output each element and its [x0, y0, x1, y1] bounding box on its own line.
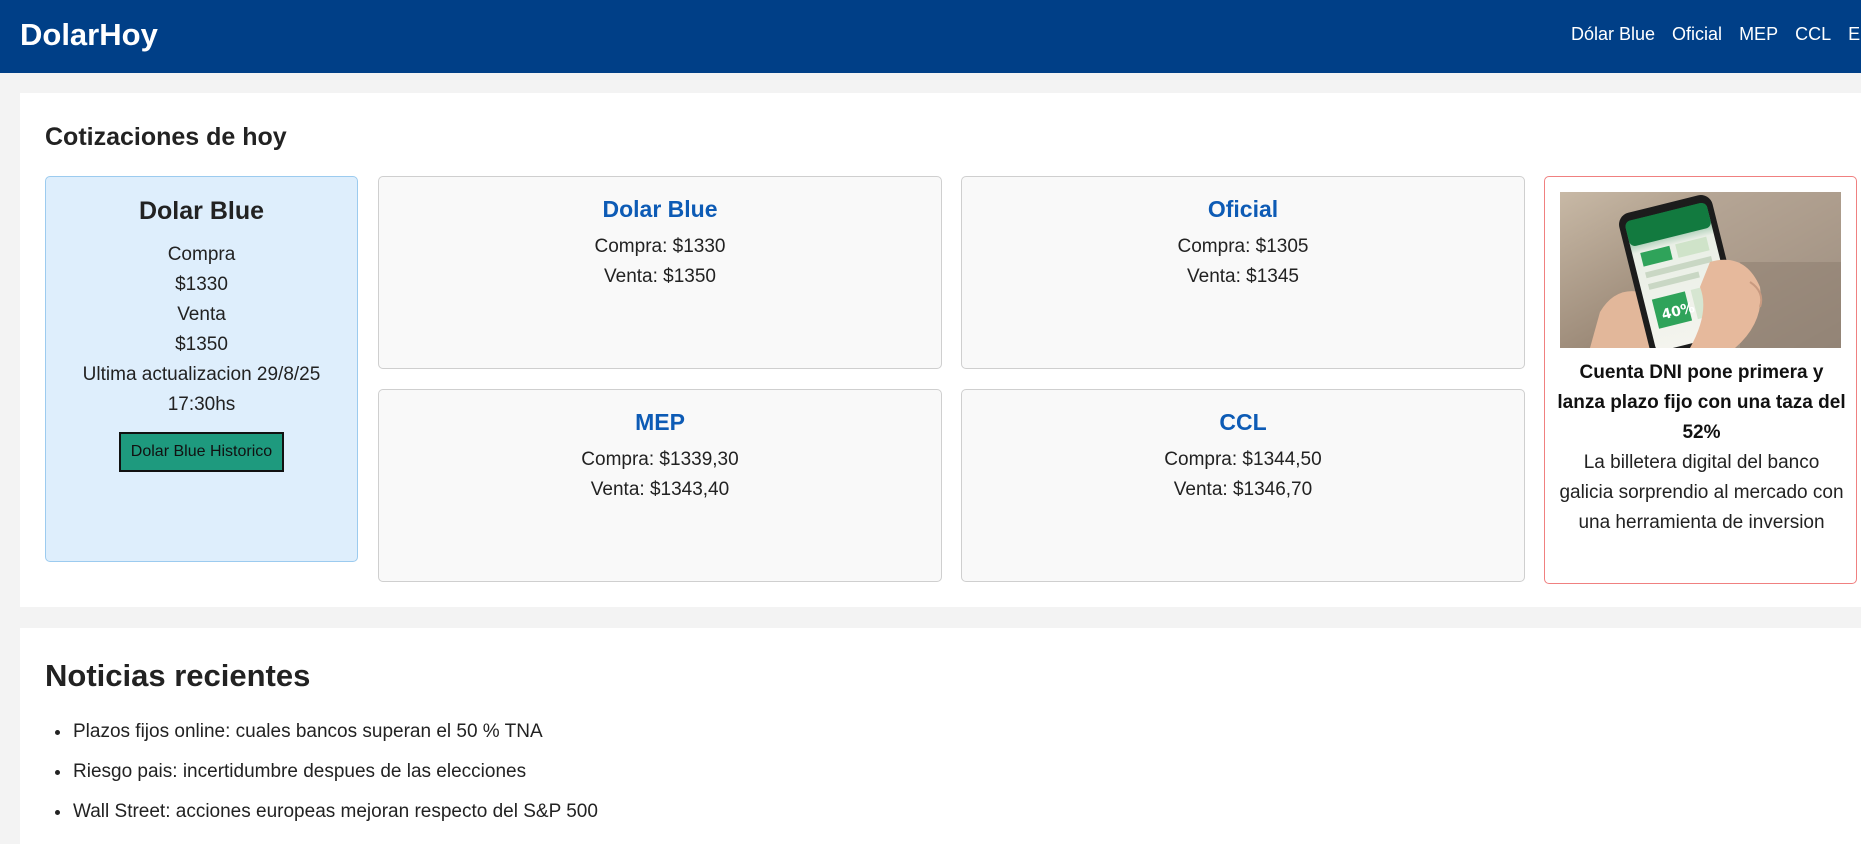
news-title: Noticias recientes — [45, 658, 311, 693]
promo-phone-image: 40% — [1560, 192, 1841, 348]
rate-card-title: Dolar Blue — [602, 196, 718, 222]
rate-card-mep: MEP Compra: $1339,30 Venta: $1343,40 — [378, 389, 942, 582]
nav-link-oficial[interactable]: Oficial — [1672, 24, 1722, 45]
last-updated-date: Ultima actualizacion 29/8/25 — [82, 364, 321, 385]
rate-card-title: Oficial — [1207, 196, 1279, 222]
featured-venta-value: $1350 — [175, 334, 228, 355]
last-updated-time: 17:30hs — [167, 394, 236, 415]
rate-card-oficial: Oficial Compra: $1305 Venta: $1345 — [961, 176, 1525, 369]
nav-link-mep[interactable]: MEP — [1739, 24, 1778, 45]
news-section: Noticias recientes Plazos fijos online: … — [20, 628, 1861, 844]
rate-card-venta: Venta: $1343,40 — [590, 479, 730, 500]
site-logo[interactable]: DolarHoy — [20, 17, 158, 53]
rate-card-venta: Venta: $1345 — [1187, 266, 1299, 287]
featured-compra-value: $1330 — [175, 274, 228, 295]
news-list: Plazos fijos online: cuales bancos super… — [72, 712, 598, 832]
rate-card-compra: Compra: $1305 — [1177, 236, 1309, 257]
featured-title: Dolar Blue — [138, 197, 265, 225]
rate-card-dolar-blue: Dolar Blue Compra: $1330 Venta: $1350 — [378, 176, 942, 369]
rate-card-ccl: CCL Compra: $1344,50 Venta: $1346,70 — [961, 389, 1525, 582]
rate-card-title: CCL — [1219, 409, 1267, 435]
top-navbar: DolarHoy Dólar Blue Oficial MEP CCL Eu — [0, 0, 1861, 73]
rate-card-venta: Venta: $1350 — [604, 266, 716, 287]
rate-card-compra: Compra: $1339,30 — [581, 449, 739, 470]
nav-link-ccl[interactable]: CCL — [1795, 24, 1831, 45]
featured-dolar-blue-box: Dolar Blue Compra $1330 Venta $1350 Ulti… — [45, 176, 358, 562]
quotes-section: Cotizaciones de hoy Dolar Blue Compra $1… — [20, 93, 1861, 607]
promo-description: La billetera digital del banco galicia s… — [1559, 452, 1844, 533]
dolar-blue-historico-button[interactable]: Dolar Blue Historico — [118, 432, 285, 472]
quotes-title: Cotizaciones de hoy — [45, 123, 287, 151]
rate-card-title: MEP — [635, 409, 685, 435]
nav-link-euro[interactable]: Eu — [1848, 24, 1861, 45]
rate-card-compra: Compra: $1344,50 — [1164, 449, 1322, 470]
news-item[interactable]: Riesgo pais: incertidumbre despues de la… — [72, 752, 598, 792]
news-item[interactable]: Wall Street: acciones europeas mejoran r… — [72, 792, 598, 832]
rate-card-venta: Venta: $1346,70 — [1173, 479, 1313, 500]
main-nav: Dólar Blue Oficial MEP CCL Eu — [1571, 24, 1861, 45]
promo-card-cuenta-dni[interactable]: 40% Cuenta DNI pone primera y lanza plaz… — [1544, 176, 1857, 584]
promo-title: Cuenta DNI pone primera y lanza plazo fi… — [1557, 362, 1846, 443]
news-item[interactable]: Plazos fijos online: cuales bancos super… — [72, 712, 598, 752]
rate-card-compra: Compra: $1330 — [594, 236, 726, 257]
nav-link-dolar-blue[interactable]: Dólar Blue — [1571, 24, 1655, 45]
featured-venta-label: Venta — [177, 304, 226, 325]
featured-compra-label: Compra — [167, 244, 236, 265]
